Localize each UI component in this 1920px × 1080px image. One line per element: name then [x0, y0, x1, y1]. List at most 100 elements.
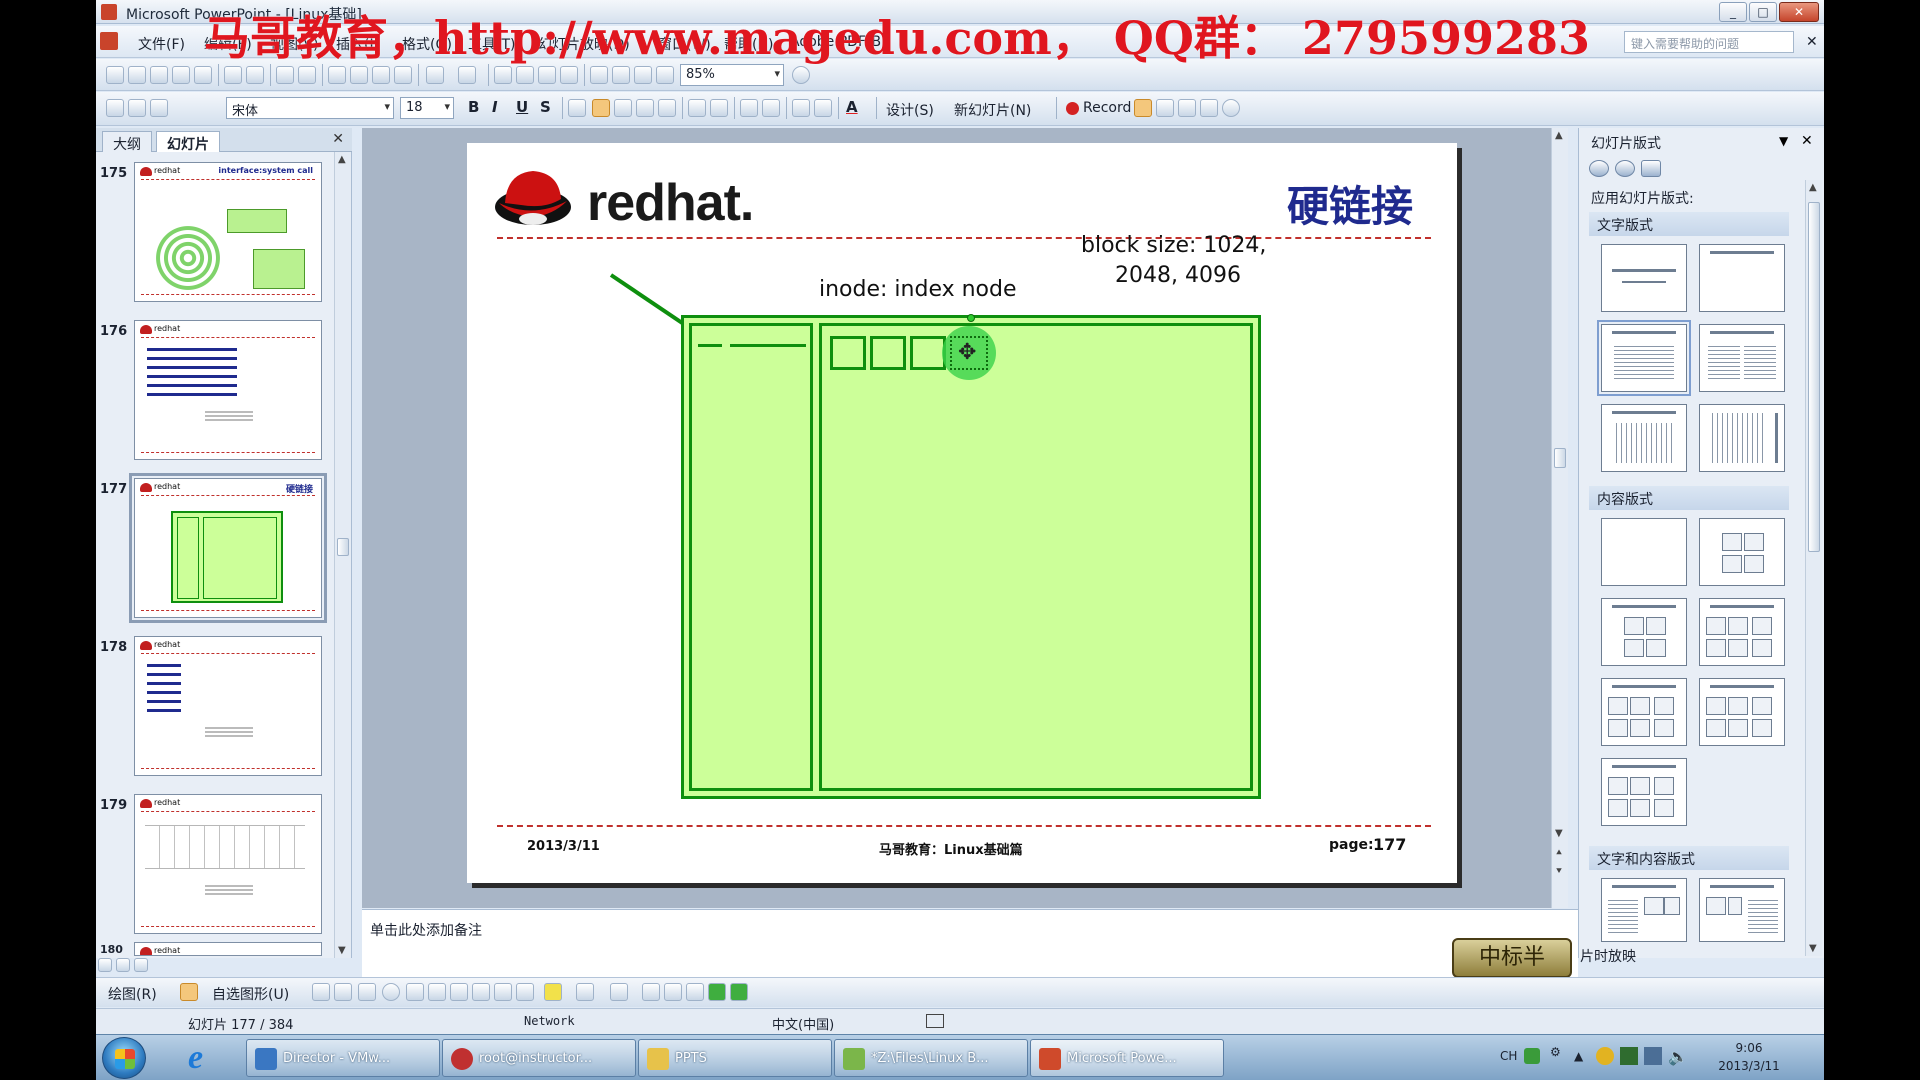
numbering-icon[interactable] — [688, 99, 706, 117]
notes-placeholder[interactable]: 单击此处添加备注 — [370, 920, 482, 940]
taskbar-item-terminal[interactable]: root@instructor... — [442, 1039, 636, 1077]
notes-pane[interactable]: 单击此处添加备注 — [362, 909, 1578, 977]
layout-title-content[interactable] — [1601, 598, 1687, 666]
distribute-icon[interactable] — [636, 99, 654, 117]
layout-vertical-text[interactable] — [1601, 404, 1687, 472]
pdf-review-icon[interactable] — [150, 99, 168, 117]
oval-icon[interactable] — [382, 983, 400, 1001]
tab-outline[interactable]: 大纲 — [102, 131, 152, 153]
slide-scrollbar[interactable]: ▲ ▼ ⯅ ⯆ — [1551, 128, 1568, 908]
footer-page-number[interactable]: 177 — [1373, 835, 1406, 854]
layout-title-slide[interactable] — [1601, 244, 1687, 312]
start-button[interactable] — [102, 1037, 146, 1079]
disk-diagram[interactable]: ✥ — [681, 314, 1261, 799]
slide-title[interactable]: 硬链接 — [1287, 173, 1413, 234]
input-language-indicator[interactable]: CH — [1500, 1049, 1517, 1063]
slide-thumbnail-179[interactable]: redhat — [134, 794, 322, 934]
layout-vertical-title-text[interactable] — [1699, 404, 1785, 472]
block-size-values-text[interactable]: 2048, 4096 — [1115, 263, 1241, 288]
footer-page-label[interactable]: page: — [1329, 837, 1374, 853]
volume-icon[interactable]: 🔈 — [1668, 1047, 1688, 1066]
diagram-icon[interactable] — [472, 983, 490, 1001]
slide-thumbnail-178[interactable]: redhat — [134, 636, 322, 776]
3d-style-icon[interactable] — [730, 983, 748, 1001]
close-button[interactable]: ✕ — [1779, 2, 1819, 22]
increase-indent-icon[interactable] — [814, 99, 832, 117]
taskbar-item-vmware[interactable]: Director - VMw... — [246, 1039, 440, 1077]
footer-date[interactable]: 2013/3/11 — [527, 839, 600, 854]
forward-icon[interactable] — [1615, 160, 1635, 177]
copy-icon[interactable] — [350, 66, 368, 84]
email-icon[interactable] — [194, 66, 212, 84]
align-left-icon[interactable] — [568, 99, 586, 117]
slide-thumbnail-175[interactable]: redhat interface:system call — [134, 162, 322, 302]
record-button[interactable]: Record — [1083, 100, 1131, 116]
block-size-text[interactable]: block size: 1024, — [1081, 233, 1266, 258]
layout-text-content[interactable] — [1601, 878, 1687, 942]
rectangle-icon[interactable] — [358, 983, 376, 1001]
textbox-icon[interactable] — [406, 983, 424, 1001]
inode-table-box[interactable] — [689, 323, 813, 791]
layout-four-content[interactable] — [1699, 678, 1785, 746]
clock[interactable]: 9:06 2013/3/11 — [1694, 1039, 1804, 1075]
ime-settings-icon[interactable]: ⚙ — [1550, 1045, 1561, 1065]
spelling-status-icon[interactable] — [926, 1014, 944, 1028]
redo-icon[interactable] — [458, 66, 476, 84]
arrow-style-icon[interactable] — [686, 983, 704, 1001]
draw-menu[interactable]: 绘图(R) — [108, 984, 157, 1004]
pane-close-icon[interactable]: ✕ — [332, 131, 344, 147]
wordart-icon[interactable] — [450, 983, 468, 1001]
layout-blank[interactable] — [1601, 518, 1687, 586]
data-block[interactable] — [910, 336, 946, 370]
font-color-icon[interactable] — [610, 983, 628, 1001]
align-center-icon[interactable] — [592, 99, 610, 117]
audio-icon[interactable] — [1156, 99, 1174, 117]
autoshapes-menu[interactable]: 自选图形(U) — [212, 984, 289, 1004]
format-painter-icon[interactable] — [394, 66, 412, 84]
insert-table-icon[interactable] — [516, 66, 534, 84]
italic-button[interactable]: I — [492, 98, 498, 116]
inode-label[interactable]: inode: index node — [819, 277, 1017, 302]
select-pointer-icon[interactable] — [180, 983, 198, 1001]
previous-slide-icon[interactable]: ⯅ — [1555, 848, 1563, 859]
decrease-font-icon[interactable] — [762, 99, 780, 117]
section-content-layouts[interactable]: 内容版式 — [1589, 486, 1789, 510]
scrollbar-thumb[interactable] — [1808, 202, 1820, 552]
print-icon[interactable] — [224, 66, 242, 84]
align-right-icon[interactable] — [614, 99, 632, 117]
current-slide[interactable]: redhat. 硬链接 block size: 1024, 2048, 4096… — [467, 143, 1457, 883]
slide-thumbnail-176[interactable]: redhat — [134, 320, 322, 460]
taskpane-close-icon[interactable]: ✕ — [1801, 133, 1813, 149]
grid-icon[interactable] — [634, 66, 652, 84]
taskbar-item-ppts-folder[interactable]: PPTS — [638, 1039, 832, 1077]
help-icon[interactable] — [792, 66, 810, 84]
normal-view-icon[interactable] — [98, 958, 112, 972]
print-preview-icon[interactable] — [246, 66, 264, 84]
section-text-layouts[interactable]: 文字版式 — [1589, 212, 1789, 236]
layout-two-content[interactable] — [1699, 598, 1785, 666]
layout-title-text[interactable] — [1597, 320, 1691, 396]
layout-four-objects[interactable] — [1601, 758, 1687, 826]
slideshow-icon[interactable] — [134, 958, 148, 972]
columns-icon[interactable] — [658, 99, 676, 117]
scrollbar-thumb[interactable] — [1554, 448, 1566, 468]
new-slide-button[interactable]: 新幻灯片(N) — [954, 100, 1031, 120]
tables-borders-icon[interactable] — [538, 66, 556, 84]
line-icon[interactable] — [312, 983, 330, 1001]
undo-icon[interactable] — [426, 66, 444, 84]
network-icon[interactable] — [1644, 1047, 1662, 1065]
menu-file[interactable]: 文件(F) — [138, 34, 185, 54]
home-icon[interactable] — [1641, 160, 1661, 177]
data-block[interactable] — [870, 336, 906, 370]
cut-icon[interactable] — [328, 66, 346, 84]
expand-all-icon[interactable] — [590, 66, 608, 84]
clipart-icon[interactable] — [494, 983, 512, 1001]
decrease-indent-icon[interactable] — [792, 99, 810, 117]
layout-title-content-2[interactable] — [1601, 678, 1687, 746]
tray-security-icon[interactable] — [1620, 1047, 1638, 1065]
help-search-input[interactable]: 键入需要帮助的问题 — [1624, 31, 1794, 53]
vertical-textbox-icon[interactable] — [428, 983, 446, 1001]
show-hidden-icons[interactable]: ▲ — [1574, 1049, 1583, 1063]
research-icon[interactable] — [298, 66, 316, 84]
underline-button[interactable]: U — [516, 98, 528, 116]
